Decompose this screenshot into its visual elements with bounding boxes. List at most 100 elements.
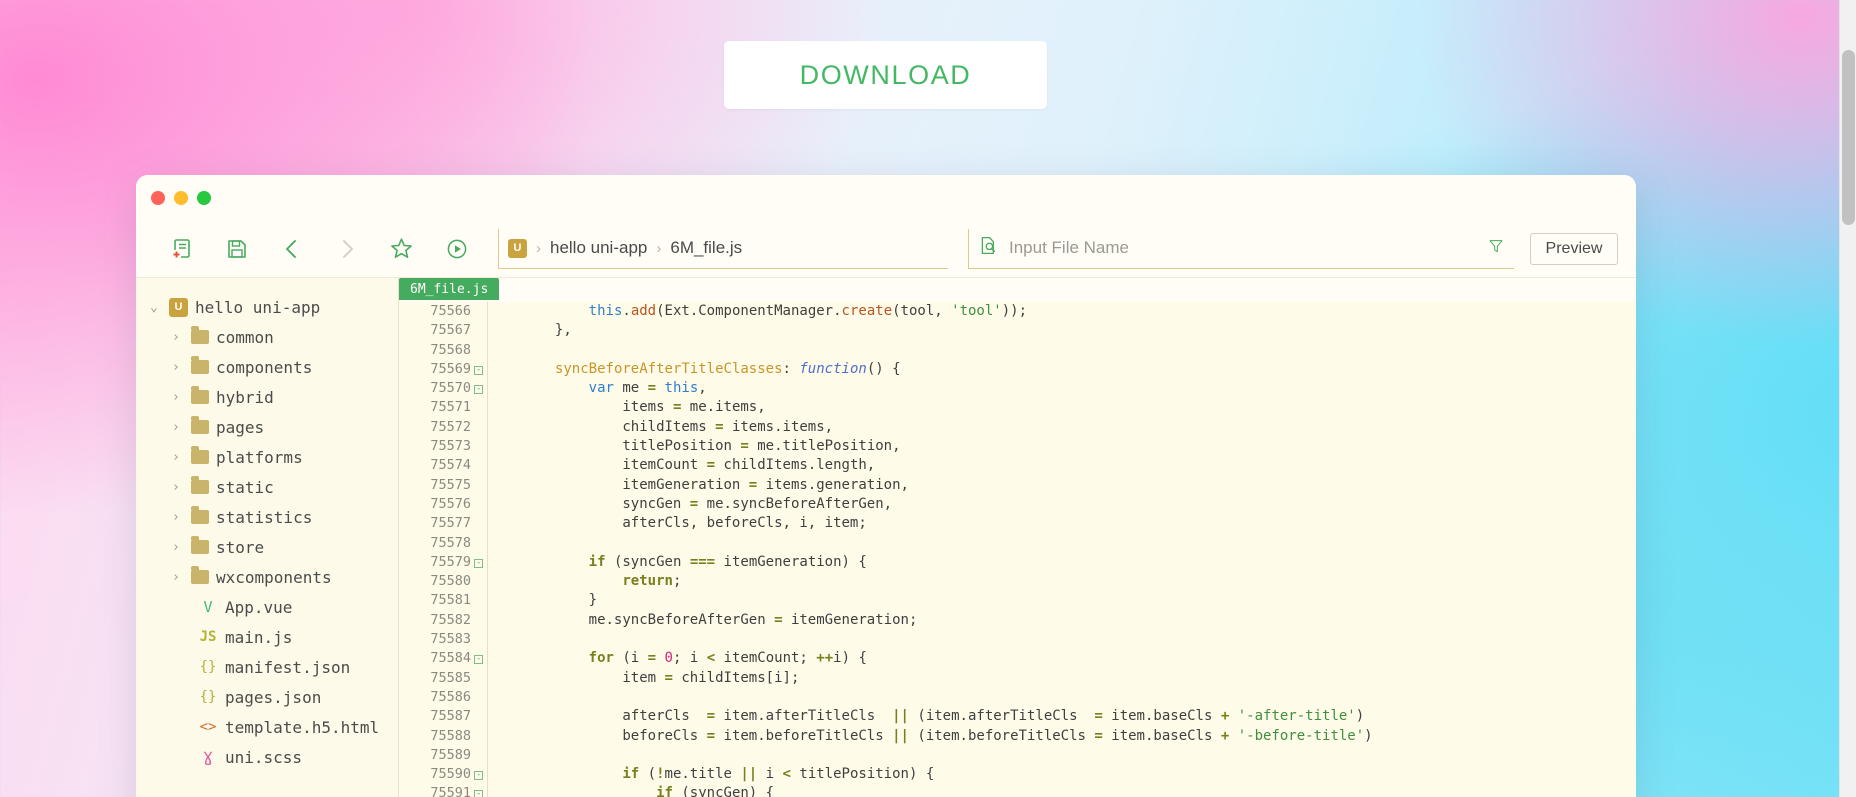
chevron-right-icon[interactable]: › [172, 360, 184, 375]
sidebar-item-hybrid[interactable]: › hybrid [136, 382, 398, 412]
code-line[interactable]: 75584- for (i = 0; i < itemCount; ++i) { [399, 649, 1636, 669]
code-line[interactable]: 75582 me.syncBeforeAfterGen = itemGenera… [399, 610, 1636, 631]
fold-marker[interactable] [471, 437, 488, 457]
fold-marker[interactable] [471, 340, 488, 360]
code-line[interactable]: 75571 items = me.items, [399, 398, 1636, 418]
sidebar-item-wxcomponents[interactable]: › wxcomponents [136, 562, 398, 592]
sidebar-item-static[interactable]: › static [136, 472, 398, 502]
code-line[interactable]: 75574 itemCount = childItems.length, [399, 456, 1636, 476]
fold-marker[interactable]: - [471, 359, 488, 380]
fold-marker[interactable] [471, 514, 488, 534]
chevron-right-icon[interactable]: › [172, 510, 184, 525]
fold-marker[interactable] [471, 726, 488, 746]
sidebar-item-main-js[interactable]: JS main.js [136, 622, 398, 652]
star-icon[interactable] [374, 226, 429, 272]
fold-marker[interactable] [471, 707, 488, 727]
code-line-text[interactable]: }, [487, 321, 1636, 340]
code-line[interactable]: 75588 beforeCls = item.beforeTitleCls ||… [399, 726, 1636, 746]
sidebar-item-uni-scss[interactable]: Ɣuni.scss [136, 742, 398, 772]
minimize-button[interactable] [174, 190, 188, 205]
page-scrollbar[interactable] [1839, 0, 1856, 797]
fold-marker[interactable] [471, 630, 488, 650]
fold-marker[interactable]: - [471, 649, 488, 669]
code-line-text[interactable]: item = childItems[i]; [487, 669, 1636, 688]
maximize-button[interactable] [197, 190, 211, 205]
code-line-text[interactable]: return; [487, 572, 1636, 591]
fold-marker[interactable] [471, 398, 488, 418]
save-icon[interactable] [209, 226, 264, 272]
code-line-text[interactable]: for (i = 0; i < itemCount; ++i) { [487, 649, 1636, 668]
filter-icon[interactable] [1488, 238, 1504, 259]
chevron-right-icon[interactable]: › [172, 390, 184, 405]
code-scroll-area[interactable]: 75566 this.add(Ext.ComponentManager.crea… [399, 302, 1636, 797]
sidebar-item-root[interactable]: ⌄ U hello uni-app [136, 292, 398, 322]
code-line[interactable]: 75591- if (syncGen) { [399, 784, 1636, 797]
code-line-text[interactable] [487, 630, 1636, 649]
code-line[interactable]: 75578 [399, 533, 1636, 553]
sidebar-item-statistics[interactable]: › statistics [136, 502, 398, 532]
chevron-down-icon[interactable]: ⌄ [150, 300, 162, 315]
chevron-right-icon[interactable]: › [172, 540, 184, 555]
fold-marker[interactable] [471, 475, 488, 495]
forward-chevron-icon[interactable] [319, 226, 374, 272]
code-line-text[interactable]: var me = this, [487, 379, 1636, 398]
code-line-text[interactable]: me.syncBeforeAfterGen = itemGeneration; [487, 611, 1636, 630]
fold-marker[interactable] [471, 572, 488, 592]
code-line[interactable]: 75590- if (!me.title || i < titlePositio… [399, 765, 1636, 785]
breadcrumb-project[interactable]: hello uni-app [550, 238, 647, 258]
fold-marker[interactable]: - [471, 552, 488, 573]
code-line[interactable]: 75579- if (syncGen === itemGeneration) { [399, 552, 1636, 573]
chevron-right-icon[interactable]: › [172, 450, 184, 465]
code-line[interactable]: 75577 afterCls, beforeCls, i, item; [399, 514, 1636, 534]
code-line-text[interactable]: beforeCls = item.beforeTitleCls || (item… [487, 727, 1636, 746]
breadcrumb[interactable]: U › hello uni-app › 6M_file.js [498, 228, 948, 269]
code-line-text[interactable] [487, 688, 1636, 707]
code-line-text[interactable]: childItems = items.items, [487, 418, 1636, 437]
code-line-text[interactable] [487, 341, 1636, 360]
code-line-text[interactable]: syncBeforeAfterTitleClasses: function() … [487, 360, 1636, 379]
code-line-text[interactable]: if (syncGen) { [487, 784, 1636, 797]
code-line[interactable]: 75566 this.add(Ext.ComponentManager.crea… [399, 302, 1636, 322]
fold-marker[interactable] [471, 591, 488, 611]
code-line[interactable]: 75573 titlePosition = me.titlePosition, [399, 437, 1636, 457]
sidebar-item-template-h5-html[interactable]: <> template.h5.html [136, 712, 398, 742]
sidebar-item-components[interactable]: › components [136, 352, 398, 382]
code-line[interactable]: 75581 } [399, 591, 1636, 611]
code-line[interactable]: 75570- var me = this, [399, 379, 1636, 399]
code-line-text[interactable]: itemCount = childItems.length, [487, 456, 1636, 475]
search-input[interactable] [1009, 238, 1478, 258]
code-line-text[interactable]: } [487, 591, 1636, 610]
page-scrollbar-thumb[interactable] [1842, 50, 1855, 225]
sidebar-item-platforms[interactable]: › platforms [136, 442, 398, 472]
preview-button[interactable]: Preview [1530, 232, 1618, 265]
fold-marker[interactable] [471, 456, 488, 476]
chevron-right-icon[interactable]: › [172, 480, 184, 495]
fold-marker[interactable] [471, 745, 488, 766]
fold-marker[interactable] [471, 302, 488, 322]
code-line-text[interactable]: titlePosition = me.titlePosition, [487, 437, 1636, 456]
fold-marker[interactable]: - [471, 765, 488, 785]
code-line[interactable]: 75583 [399, 630, 1636, 650]
code-line[interactable]: 75576 syncGen = me.syncBeforeAfterGen, [399, 494, 1636, 515]
close-button[interactable] [151, 190, 165, 205]
code-line-text[interactable]: items = me.items, [487, 398, 1636, 417]
code-line[interactable]: 75567 }, [399, 321, 1636, 341]
fold-marker[interactable] [471, 687, 488, 708]
fold-marker[interactable] [471, 610, 488, 631]
back-chevron-icon[interactable] [264, 226, 319, 272]
fold-marker[interactable] [471, 494, 488, 515]
code-line[interactable]: 75586 [399, 687, 1636, 708]
new-file-icon[interactable] [154, 226, 209, 272]
code-line-text[interactable] [487, 746, 1636, 765]
sidebar-item-pages[interactable]: › pages [136, 412, 398, 442]
file-tree-sidebar[interactable]: ⌄ U hello uni-app › common › components › hyb… [136, 278, 399, 797]
fold-marker[interactable]: - [471, 379, 488, 399]
chevron-right-icon[interactable]: › [172, 330, 184, 345]
code-line[interactable]: 75569- syncBeforeAfterTitleClasses: func… [399, 359, 1636, 380]
sidebar-item-store[interactable]: › store [136, 532, 398, 562]
editor-tab-active[interactable]: 6M_file.js [399, 278, 500, 300]
chevron-right-icon[interactable]: › [172, 420, 184, 435]
code-line-text[interactable]: syncGen = me.syncBeforeAfterGen, [487, 495, 1636, 514]
code-line-text[interactable]: if (syncGen === itemGeneration) { [487, 553, 1636, 572]
fold-marker[interactable] [471, 533, 488, 553]
